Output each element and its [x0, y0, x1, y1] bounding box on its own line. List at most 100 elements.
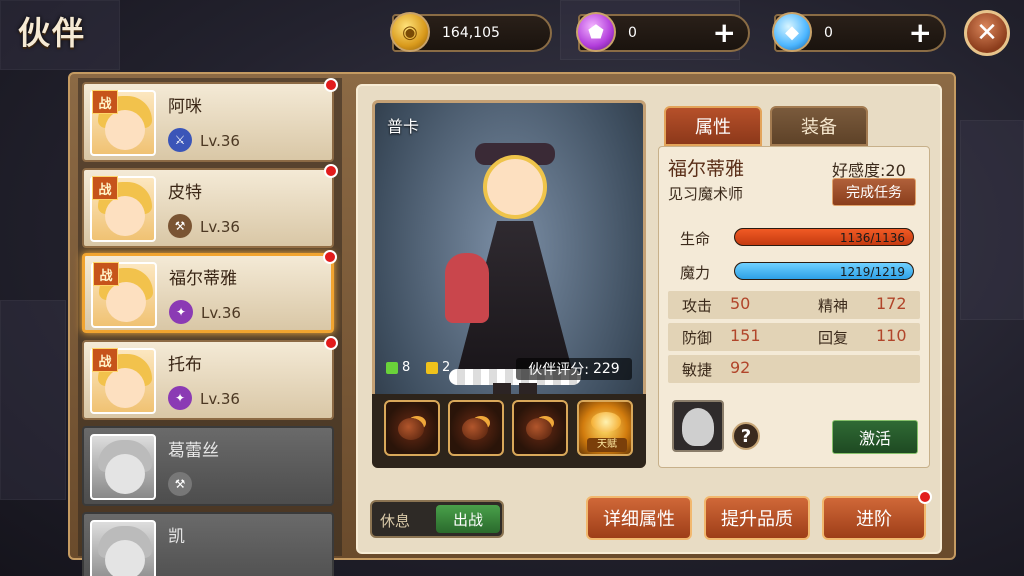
close-button[interactable]: ✕ [964, 10, 1010, 56]
complete-task-button[interactable]: 完成任务 [832, 178, 916, 206]
defense-label: 防御 [682, 329, 713, 347]
green-gem-value: 8 [402, 360, 411, 375]
hammer-class-icon: ⚒ [168, 214, 192, 238]
character-title: 福尔蒂雅 [668, 158, 745, 180]
notification-dot [324, 78, 338, 92]
partner-score: 伙伴评分: 229 [516, 358, 632, 380]
page-title: 伙伴 [18, 14, 87, 52]
partner-name: 葛蕾丝 [168, 441, 219, 461]
fight-option[interactable]: 出战 [436, 505, 500, 533]
skill-slot[interactable] [448, 400, 504, 456]
battle-tag: 战 [93, 262, 119, 286]
yellow-gem-count: 2 [426, 360, 450, 375]
detail-attributes-button[interactable]: 详细属性 [586, 496, 692, 540]
notification-dot [918, 490, 932, 504]
partner-name: 皮特 [168, 183, 202, 203]
purple-gem-currency: ⬟ 0 + [576, 12, 750, 52]
background-tile [960, 120, 1024, 320]
tab-attributes[interactable]: 属性 [664, 106, 762, 146]
diamond-currency: ◆ 0 + [772, 12, 946, 52]
gold-amount: 164,105 [442, 25, 500, 41]
notification-dot [323, 250, 337, 264]
battle-tag: 战 [92, 90, 118, 114]
diamond-amount: 0 [824, 25, 833, 41]
upgrade-quality-button[interactable]: 提升品质 [704, 496, 810, 540]
green-gem-count: 8 [386, 360, 410, 375]
pet-silhouette-icon [682, 408, 714, 446]
battle-status-toggle[interactable]: 休息 出战 [370, 500, 504, 538]
add-diamond-button[interactable]: + [909, 18, 932, 48]
hammer-class-icon: ⚒ [168, 472, 192, 496]
partner-name: 托布 [168, 355, 202, 375]
partner-name: 福尔蒂雅 [169, 269, 237, 289]
partner-item-selected[interactable]: 战 福尔蒂雅 ✦ Lv.36 [82, 250, 337, 333]
stat-row: 防御 151 回复 110 [668, 323, 920, 351]
recover-value: 110 [876, 326, 907, 345]
partner-item-locked[interactable]: 葛蕾丝 ⚒ [82, 426, 334, 506]
skill-slot[interactable] [512, 400, 568, 456]
magic-class-icon: ✦ [169, 300, 193, 324]
green-gem-icon [386, 361, 398, 374]
character-model [445, 143, 581, 433]
attack-value: 50 [730, 294, 751, 313]
partner-item[interactable]: 战 托布 ✦ Lv.36 [82, 336, 338, 420]
notification-dot [324, 164, 338, 178]
gold-currency: ◉ 164,105 [390, 12, 552, 52]
diamond-icon: ◆ [772, 12, 812, 52]
character-name: 普卡 [387, 117, 420, 136]
partner-item[interactable]: 战 皮特 ⚒ Lv.36 [82, 164, 338, 248]
stat-row: 攻击 50 精神 172 [668, 291, 920, 319]
help-icon[interactable]: ? [732, 422, 760, 450]
meteor-skill-icon [526, 418, 552, 440]
partner-level: Lv.36 [200, 390, 240, 408]
background-tile [0, 300, 66, 500]
agility-value: 92 [730, 358, 751, 377]
partner-level: Lv.36 [201, 304, 241, 322]
partner-item[interactable]: 战 阿咪 ⚔ Lv.36 [82, 78, 338, 162]
spirit-value: 172 [876, 294, 907, 313]
add-purple-gem-button[interactable]: + [713, 18, 736, 48]
score-value: 229 [592, 361, 620, 377]
defense-value: 151 [730, 326, 761, 345]
rest-option[interactable]: 休息 [380, 510, 410, 531]
partner-level: Lv.36 [200, 218, 240, 236]
mp-value: 1219/1219 [839, 265, 905, 279]
attack-label: 攻击 [682, 297, 713, 315]
hp-bar: 1136/1136 [734, 228, 914, 246]
activate-button[interactable]: 激活 [832, 420, 918, 454]
score-label: 伙伴评分: [528, 362, 589, 378]
hp-label: 生命 [680, 230, 711, 248]
passive-label: 天赋 [587, 438, 627, 452]
battle-tag: 战 [92, 348, 118, 372]
mp-bar: 1219/1219 [734, 262, 914, 280]
partner-name: 凯 [168, 527, 185, 547]
sword-class-icon: ⚔ [168, 128, 192, 152]
skill-slot[interactable] [384, 400, 440, 456]
recover-label: 回复 [818, 329, 849, 347]
avatar [90, 520, 156, 576]
partner-level: Lv.36 [200, 132, 240, 150]
pet-slot[interactable] [672, 400, 724, 452]
purple-gem-amount: 0 [628, 25, 637, 41]
tab-equipment[interactable]: 装备 [770, 106, 868, 146]
partner-item-locked[interactable]: 凯 [82, 512, 334, 576]
partner-name: 阿咪 [168, 97, 202, 117]
yellow-gem-icon [426, 361, 438, 374]
magic-class-icon: ✦ [168, 386, 192, 410]
notification-dot [324, 336, 338, 350]
passive-skill-icon [591, 412, 621, 432]
meteor-skill-icon [398, 418, 424, 440]
meteor-skill-icon [462, 418, 488, 440]
agility-label: 敏捷 [682, 361, 713, 379]
gold-coin-icon: ◉ [390, 12, 430, 52]
stat-row: 敏捷 92 [668, 355, 920, 383]
passive-skill-slot[interactable]: 天赋 [577, 400, 633, 456]
mp-label: 魔力 [680, 264, 711, 282]
spirit-label: 精神 [818, 297, 849, 315]
purple-gem-icon: ⬟ [576, 12, 616, 52]
character-role: 见习魔术师 [668, 185, 744, 203]
battle-tag: 战 [92, 176, 118, 200]
hp-value: 1136/1136 [839, 231, 905, 245]
avatar [90, 434, 156, 500]
advance-button[interactable]: 进阶 [822, 496, 926, 540]
